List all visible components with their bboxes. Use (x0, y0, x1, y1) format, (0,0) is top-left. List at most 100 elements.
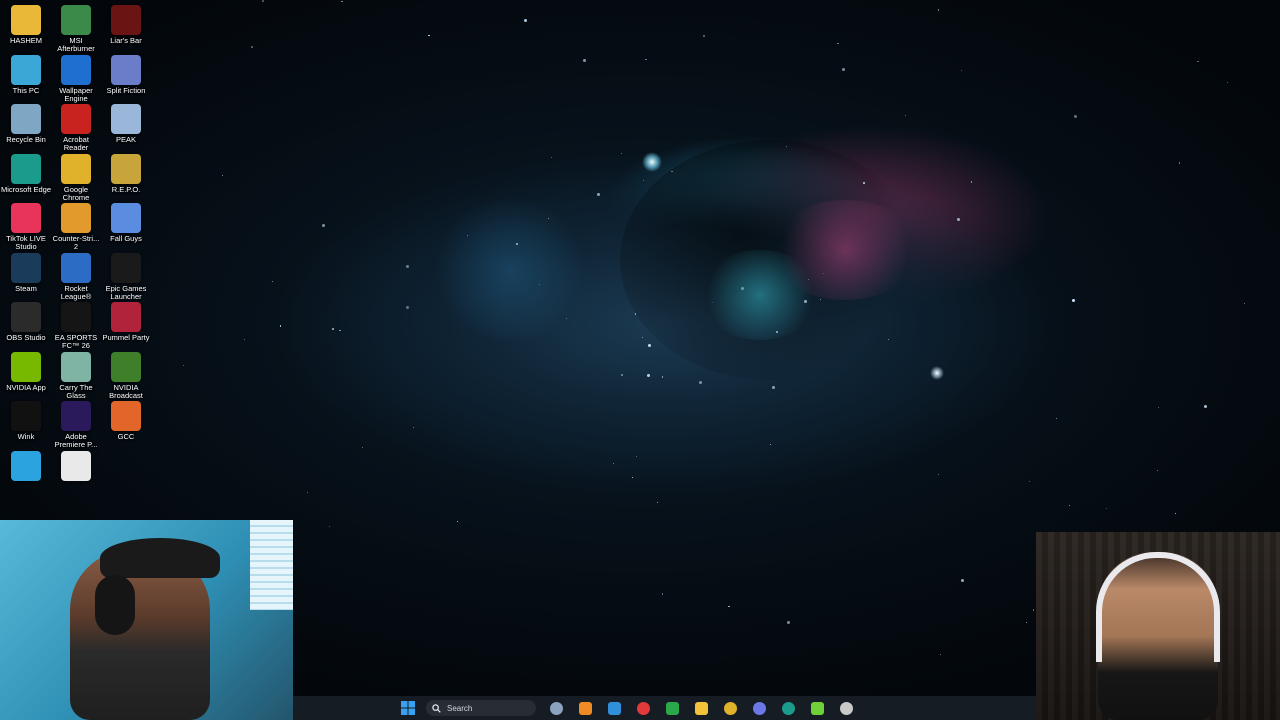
desktop-icon-obs-studio[interactable]: OBS Studio (0, 302, 52, 342)
desktop-icon-wallpaper-engine[interactable]: Wallpaper Engine (50, 54, 102, 103)
taskbar-xbox-button[interactable] (662, 697, 684, 719)
star (1032, 609, 1035, 611)
taskbar-media-player-button[interactable] (807, 697, 829, 719)
desktop-icon-peak[interactable]: PEAK (100, 104, 152, 144)
star (661, 376, 664, 378)
taskbar-app-red-button[interactable] (633, 697, 655, 719)
desktop-icon-label: Wallpaper Engine (59, 85, 93, 103)
desktop-icon-label: Microsoft Edge (0, 184, 52, 194)
star (332, 328, 334, 330)
desktop-icon-hashem[interactable]: HASHEM (0, 5, 52, 45)
desktop-icon-liar-s-bar[interactable]: Liar's Bar (100, 5, 152, 45)
desktop-icon-counter-stri-2[interactable]: Counter-Stri... 2 (50, 203, 102, 251)
star (621, 374, 623, 376)
desktop-icon-msi-afterburner[interactable]: MSI Afterburner (50, 5, 102, 53)
desktop-icon-carry-the-glass[interactable]: Carry The Glass (50, 351, 102, 400)
desktop-icon-acrobat-reader[interactable]: Acrobat Reader (50, 104, 102, 152)
star (457, 521, 459, 523)
desktop-icon-label: TikTok LIVE Studio (6, 234, 46, 251)
star (957, 217, 961, 221)
search-icon (432, 703, 441, 713)
desktop-icon-wink[interactable]: Wink (0, 401, 52, 441)
desktop-icon-nvidia-app[interactable]: NVIDIA App (0, 351, 52, 392)
chrome-icon (724, 701, 737, 715)
nvidia-broadcast-icon (111, 351, 141, 382)
desktop-icon-label: MSI Afterburner (57, 36, 95, 53)
acrobat-reader-icon (61, 104, 91, 134)
taskbar-edge-button[interactable] (778, 697, 800, 719)
desktop-icon-steam[interactable]: Steam (0, 252, 52, 293)
desktop-icon-adobe-premiere-p[interactable]: Adobe Premiere P... (50, 401, 102, 449)
desktop-icon-pummel-party[interactable]: Pummel Party (100, 302, 152, 342)
desktop-icon-google-chrome[interactable]: Google Chrome (50, 153, 102, 202)
recycle-bin-icon (11, 104, 41, 134)
star (405, 265, 409, 269)
star (582, 59, 586, 63)
desktop-icon-split-fiction[interactable]: Split Fiction (100, 54, 152, 95)
desktop-icon-recycle-bin[interactable]: Recycle Bin (0, 104, 52, 144)
star (643, 179, 645, 181)
taskbar: Search (293, 696, 1036, 720)
xbox-icon (666, 701, 679, 715)
desktop-icon-label: Carry The Glass (59, 382, 93, 400)
desktop-icon-telegram[interactable] (0, 450, 52, 481)
desktop-icon-nvidia-broadcast[interactable]: NVIDIA Broadcast (100, 351, 152, 400)
star (937, 474, 939, 476)
star (428, 34, 430, 37)
star (703, 35, 705, 37)
headset (95, 575, 135, 635)
star (647, 344, 651, 348)
desktop-icon-label: Liar's Bar (110, 36, 142, 45)
taskbar-settings-button[interactable] (546, 697, 568, 719)
desktop-icon-label: Acrobat Reader (63, 135, 89, 152)
taskbar-discord-button[interactable] (749, 697, 771, 719)
desktop-icon-fall-guys[interactable]: Fall Guys (100, 203, 152, 243)
document-icon (61, 450, 91, 481)
star (1178, 162, 1181, 164)
desktop-icon-label: R.E.P.O. (111, 184, 141, 194)
windows-icon (400, 701, 415, 715)
desktop-icon-r-e-p-o[interactable]: R.E.P.O. (100, 153, 152, 194)
window-blinds (250, 520, 293, 610)
taskbar-cloud-button[interactable] (575, 697, 597, 719)
star (262, 0, 264, 2)
desktop-icon-label: Steam (15, 283, 37, 293)
desktop-icon-epic-games-launcher[interactable]: Epic Games Launcher (100, 252, 152, 301)
tiktok-live-icon (11, 203, 41, 233)
taskbar-file-explorer-button[interactable] (691, 697, 713, 719)
msi-afterburner-icon (61, 5, 91, 35)
star (647, 373, 651, 377)
star (1029, 481, 1031, 483)
wink-icon (11, 401, 41, 431)
liars-bar-icon (111, 5, 141, 35)
desktop-icon-microsoft-edge[interactable]: Microsoft Edge (0, 153, 52, 194)
start-button[interactable] (397, 697, 419, 719)
desktop-icon-rocket-league[interactable]: Rocket League® (50, 252, 102, 301)
app-red-icon (637, 701, 650, 715)
desktop-icon-ea-sports-fc-26[interactable]: EA SPORTS FC™ 26 (50, 302, 102, 350)
star (770, 443, 772, 445)
carry-the-glass-icon (61, 351, 91, 382)
star (772, 385, 776, 389)
desktop-icon-label: NVIDIA App (6, 382, 46, 392)
app-gear-icon (840, 701, 853, 715)
cloud-icon (579, 701, 592, 715)
bright-star (930, 366, 944, 380)
taskbar-chrome-button[interactable] (720, 697, 742, 719)
nebula-blue-glow (430, 200, 590, 340)
taskbar-photos-button[interactable] (604, 697, 626, 719)
taskbar-search[interactable]: Search (426, 700, 536, 716)
desktop-icon-tiktok-live-studio[interactable]: TikTok LIVE Studio (0, 203, 52, 251)
star (1072, 299, 1076, 303)
streamer-webcam (0, 520, 293, 720)
desktop-icon-document[interactable] (50, 450, 102, 481)
bright-star (642, 152, 662, 172)
desktop-icon-gcc[interactable]: GCC (100, 401, 152, 441)
star (1055, 417, 1058, 420)
obs-icon (11, 302, 41, 332)
taskbar-app-gear-button[interactable] (836, 697, 858, 719)
star (1197, 60, 1199, 63)
desktop-icon-this-pc[interactable]: This PC (0, 54, 52, 95)
edge-icon (11, 153, 41, 184)
desktop-icon-label: Adobe Premiere P... (54, 432, 98, 449)
